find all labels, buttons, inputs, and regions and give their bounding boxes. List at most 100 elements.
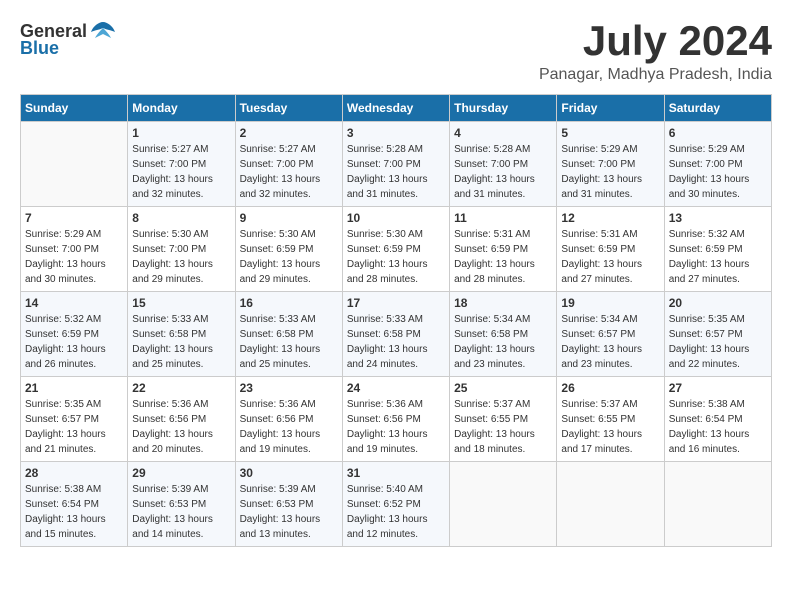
sunrise: Sunrise: 5:39 AM (132, 484, 208, 495)
day-info: Sunrise: 5:29 AM Sunset: 7:00 PM Dayligh… (25, 227, 123, 287)
calendar-cell: 23 Sunrise: 5:36 AM Sunset: 6:56 PM Dayl… (235, 377, 342, 462)
day-info: Sunrise: 5:31 AM Sunset: 6:59 PM Dayligh… (561, 227, 659, 287)
calendar-cell: 19 Sunrise: 5:34 AM Sunset: 6:57 PM Dayl… (557, 292, 664, 377)
calendar-cell: 13 Sunrise: 5:32 AM Sunset: 6:59 PM Dayl… (664, 207, 771, 292)
sunrise: Sunrise: 5:30 AM (132, 229, 208, 240)
day-info: Sunrise: 5:40 AM Sunset: 6:52 PM Dayligh… (347, 482, 445, 542)
day-info: Sunrise: 5:32 AM Sunset: 6:59 PM Dayligh… (669, 227, 767, 287)
sunrise: Sunrise: 5:36 AM (347, 399, 423, 410)
sunrise: Sunrise: 5:36 AM (240, 399, 316, 410)
daylight: Daylight: 13 hours and 16 minutes. (669, 429, 750, 455)
day-info: Sunrise: 5:33 AM Sunset: 6:58 PM Dayligh… (240, 312, 338, 372)
sunrise: Sunrise: 5:40 AM (347, 484, 423, 495)
day-number: 2 (240, 126, 338, 140)
day-number: 30 (240, 466, 338, 480)
sunrise: Sunrise: 5:35 AM (25, 399, 101, 410)
calendar-cell (450, 462, 557, 547)
sunrise: Sunrise: 5:36 AM (132, 399, 208, 410)
location: Panagar, Madhya Pradesh, India (539, 66, 772, 84)
calendar-cell: 28 Sunrise: 5:38 AM Sunset: 6:54 PM Dayl… (21, 462, 128, 547)
daylight: Daylight: 13 hours and 31 minutes. (454, 174, 535, 200)
calendar-cell (21, 122, 128, 207)
daylight: Daylight: 13 hours and 23 minutes. (454, 344, 535, 370)
weekday-header-sunday: Sunday (21, 95, 128, 122)
calendar-cell: 26 Sunrise: 5:37 AM Sunset: 6:55 PM Dayl… (557, 377, 664, 462)
day-info: Sunrise: 5:36 AM Sunset: 6:56 PM Dayligh… (347, 397, 445, 457)
sunrise: Sunrise: 5:29 AM (561, 144, 637, 155)
daylight: Daylight: 13 hours and 13 minutes. (240, 514, 321, 540)
sunset: Sunset: 6:55 PM (454, 414, 528, 425)
day-number: 10 (347, 211, 445, 225)
sunset: Sunset: 6:56 PM (240, 414, 314, 425)
sunrise: Sunrise: 5:29 AM (25, 229, 101, 240)
sunrise: Sunrise: 5:33 AM (132, 314, 208, 325)
daylight: Daylight: 13 hours and 32 minutes. (240, 174, 321, 200)
day-info: Sunrise: 5:32 AM Sunset: 6:59 PM Dayligh… (25, 312, 123, 372)
calendar-cell: 2 Sunrise: 5:27 AM Sunset: 7:00 PM Dayli… (235, 122, 342, 207)
day-info: Sunrise: 5:30 AM Sunset: 6:59 PM Dayligh… (347, 227, 445, 287)
daylight: Daylight: 13 hours and 27 minutes. (561, 259, 642, 285)
sunset: Sunset: 6:53 PM (240, 499, 314, 510)
sunset: Sunset: 6:59 PM (25, 329, 99, 340)
sunset: Sunset: 7:00 PM (25, 244, 99, 255)
daylight: Daylight: 13 hours and 25 minutes. (240, 344, 321, 370)
day-number: 18 (454, 296, 552, 310)
sunrise: Sunrise: 5:27 AM (240, 144, 316, 155)
sunset: Sunset: 6:59 PM (347, 244, 421, 255)
calendar-cell (664, 462, 771, 547)
calendar-cell: 22 Sunrise: 5:36 AM Sunset: 6:56 PM Dayl… (128, 377, 235, 462)
day-number: 7 (25, 211, 123, 225)
weekday-header-saturday: Saturday (664, 95, 771, 122)
sunrise: Sunrise: 5:38 AM (669, 399, 745, 410)
day-number: 13 (669, 211, 767, 225)
day-info: Sunrise: 5:38 AM Sunset: 6:54 PM Dayligh… (25, 482, 123, 542)
daylight: Daylight: 13 hours and 14 minutes. (132, 514, 213, 540)
calendar-week-3: 14 Sunrise: 5:32 AM Sunset: 6:59 PM Dayl… (21, 292, 772, 377)
calendar-cell: 16 Sunrise: 5:33 AM Sunset: 6:58 PM Dayl… (235, 292, 342, 377)
daylight: Daylight: 13 hours and 31 minutes. (561, 174, 642, 200)
daylight: Daylight: 13 hours and 15 minutes. (25, 514, 106, 540)
sunrise: Sunrise: 5:29 AM (669, 144, 745, 155)
calendar-cell: 20 Sunrise: 5:35 AM Sunset: 6:57 PM Dayl… (664, 292, 771, 377)
logo-bird-icon (89, 20, 117, 42)
sunrise: Sunrise: 5:39 AM (240, 484, 316, 495)
day-info: Sunrise: 5:33 AM Sunset: 6:58 PM Dayligh… (347, 312, 445, 372)
day-info: Sunrise: 5:35 AM Sunset: 6:57 PM Dayligh… (669, 312, 767, 372)
daylight: Daylight: 13 hours and 24 minutes. (347, 344, 428, 370)
calendar-cell: 5 Sunrise: 5:29 AM Sunset: 7:00 PM Dayli… (557, 122, 664, 207)
page-header: General Blue July 2024 Panagar, Madhya P… (20, 20, 772, 84)
day-info: Sunrise: 5:31 AM Sunset: 6:59 PM Dayligh… (454, 227, 552, 287)
calendar-week-2: 7 Sunrise: 5:29 AM Sunset: 7:00 PM Dayli… (21, 207, 772, 292)
day-info: Sunrise: 5:30 AM Sunset: 7:00 PM Dayligh… (132, 227, 230, 287)
sunset: Sunset: 6:59 PM (561, 244, 635, 255)
daylight: Daylight: 13 hours and 19 minutes. (347, 429, 428, 455)
sunset: Sunset: 6:55 PM (561, 414, 635, 425)
day-info: Sunrise: 5:34 AM Sunset: 6:57 PM Dayligh… (561, 312, 659, 372)
daylight: Daylight: 13 hours and 29 minutes. (240, 259, 321, 285)
day-info: Sunrise: 5:33 AM Sunset: 6:58 PM Dayligh… (132, 312, 230, 372)
sunrise: Sunrise: 5:35 AM (669, 314, 745, 325)
daylight: Daylight: 13 hours and 27 minutes. (669, 259, 750, 285)
sunrise: Sunrise: 5:31 AM (561, 229, 637, 240)
day-number: 22 (132, 381, 230, 395)
day-info: Sunrise: 5:27 AM Sunset: 7:00 PM Dayligh… (240, 142, 338, 202)
daylight: Daylight: 13 hours and 30 minutes. (25, 259, 106, 285)
day-number: 17 (347, 296, 445, 310)
day-info: Sunrise: 5:27 AM Sunset: 7:00 PM Dayligh… (132, 142, 230, 202)
weekday-header-row: SundayMondayTuesdayWednesdayThursdayFrid… (21, 95, 772, 122)
sunset: Sunset: 6:59 PM (240, 244, 314, 255)
sunset: Sunset: 6:57 PM (561, 329, 635, 340)
sunrise: Sunrise: 5:30 AM (347, 229, 423, 240)
sunset: Sunset: 6:56 PM (347, 414, 421, 425)
daylight: Daylight: 13 hours and 32 minutes. (132, 174, 213, 200)
calendar-cell: 7 Sunrise: 5:29 AM Sunset: 7:00 PM Dayli… (21, 207, 128, 292)
daylight: Daylight: 13 hours and 22 minutes. (669, 344, 750, 370)
daylight: Daylight: 13 hours and 19 minutes. (240, 429, 321, 455)
sunrise: Sunrise: 5:32 AM (25, 314, 101, 325)
day-number: 19 (561, 296, 659, 310)
sunset: Sunset: 7:00 PM (347, 159, 421, 170)
calendar-cell: 21 Sunrise: 5:35 AM Sunset: 6:57 PM Dayl… (21, 377, 128, 462)
calendar-table: SundayMondayTuesdayWednesdayThursdayFrid… (20, 94, 772, 547)
calendar-week-4: 21 Sunrise: 5:35 AM Sunset: 6:57 PM Dayl… (21, 377, 772, 462)
calendar-cell: 12 Sunrise: 5:31 AM Sunset: 6:59 PM Dayl… (557, 207, 664, 292)
